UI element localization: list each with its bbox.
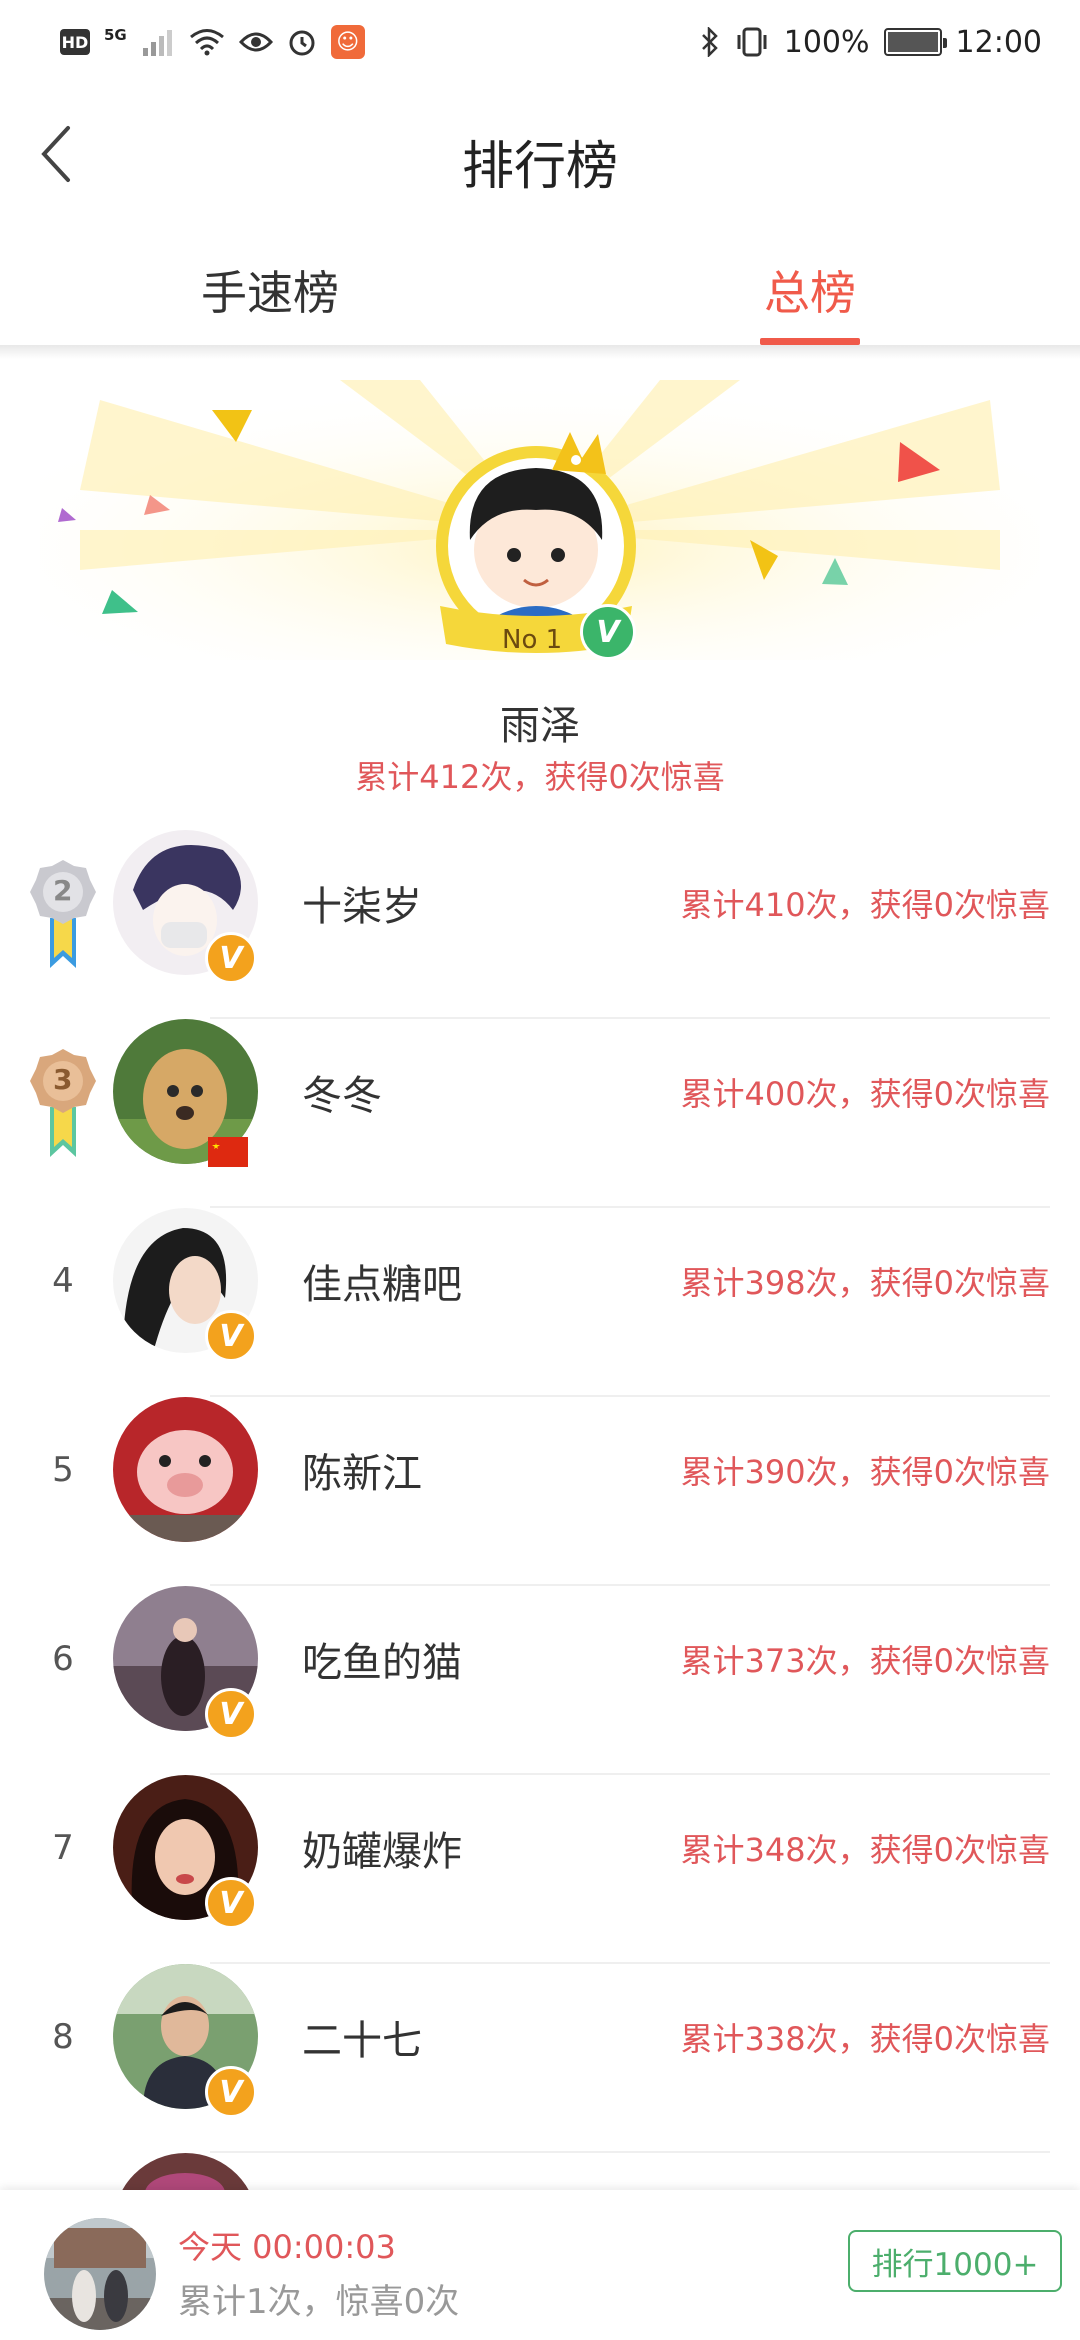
wifi-icon [189, 29, 224, 56]
my-stats: 累计1次，惊喜0次 [178, 2282, 460, 2322]
user-name: 陈新江 [302, 1450, 422, 1497]
top-winner: No 1 V 雨泽 累计412次，获得0次惊喜 [0, 380, 1080, 800]
verified-badge-icon: V [205, 2066, 257, 2118]
user-name: 二十七 [302, 2017, 422, 2064]
tabs-shadow [0, 345, 1080, 359]
active-tab-indicator [760, 338, 860, 345]
user-name: 吃鱼的猫 [302, 1639, 462, 1686]
user-stats: 累计410次，获得0次惊喜 [680, 885, 1050, 924]
verified-badge-icon: V [205, 1877, 257, 1929]
my-rank-button[interactable]: 排行1000+ [848, 2230, 1062, 2292]
tab-speed-ranking[interactable]: 手速榜 [0, 235, 540, 345]
list-item-rank-6[interactable]: 6 V 吃鱼的猫 累计373次，获得0次惊喜 [0, 1586, 1080, 1775]
list-item-rank-8[interactable]: 8 V 二十七 累计338次，获得0次惊喜 [0, 1964, 1080, 2153]
user-stats: 累计348次，获得0次惊喜 [680, 1830, 1050, 1869]
flag-badge-icon [208, 1137, 248, 1167]
verified-badge-icon: V [205, 1310, 257, 1362]
user-stats: 累计373次，获得0次惊喜 [680, 1641, 1050, 1680]
app-notification-icon: ☺ [330, 25, 365, 59]
hd-icon: HD [60, 29, 90, 55]
ranking-list: 2 V 十柒岁 累计410次，获得0次惊喜 3 冬冬 累计400次，获得0次惊喜… [0, 830, 1080, 2340]
user-stats: 累计390次，获得0次惊喜 [680, 1452, 1050, 1491]
nav-header: 排行榜 [0, 100, 1080, 210]
user-stats: 累计338次，获得0次惊喜 [680, 2019, 1050, 2058]
bluetooth-icon [701, 27, 718, 57]
winner-avatar[interactable]: No 1 V [430, 430, 642, 670]
battery-level-fill [887, 32, 938, 52]
list-item-rank-3[interactable]: 3 冬冬 累计400次，获得0次惊喜 [0, 1019, 1080, 1208]
rank-number: 4 [52, 1260, 74, 1301]
list-item-rank-5[interactable]: 5 陈新江 累计390次，获得0次惊喜 [0, 1397, 1080, 1586]
medal-rank-number: 2 [53, 874, 73, 907]
list-item-rank-2[interactable]: 2 V 十柒岁 累计410次，获得0次惊喜 [0, 830, 1080, 1019]
user-name: 十柒岁 [302, 883, 422, 930]
user-name: 佳点糖吧 [302, 1261, 462, 1308]
rank-number: 6 [52, 1638, 74, 1679]
status-right: 100% 12:00 [700, 25, 1042, 60]
rank-number: 7 [52, 1827, 74, 1868]
user-stats: 累计400次，获得0次惊喜 [680, 1074, 1050, 1113]
user-name: 冬冬 [302, 1072, 382, 1119]
signal-icon [142, 30, 172, 56]
verified-badge-icon: V [205, 1688, 257, 1740]
page-title: 排行榜 [461, 137, 618, 197]
eye-icon [238, 32, 273, 52]
user-name: 奶罐爆炸 [302, 1828, 462, 1875]
alarm-icon [289, 30, 315, 56]
tab-label: 手速榜 [201, 266, 339, 320]
battery-icon [883, 28, 947, 56]
avatar [113, 1397, 258, 1542]
tab-bar: 手速榜 总榜 [0, 235, 1080, 345]
vibrate-icon [737, 27, 767, 57]
rank-number: 8 [52, 2016, 74, 2057]
tab-label: 总榜 [764, 266, 856, 320]
rank-number: 5 [52, 1449, 74, 1490]
winner-stats: 累计412次，获得0次惊喜 [355, 758, 725, 796]
tab-total-ranking[interactable]: 总榜 [540, 235, 1080, 345]
list-item-rank-7[interactable]: 7 V 奶罐爆炸 累计348次，获得0次惊喜 [0, 1775, 1080, 1964]
list-item-rank-4[interactable]: 4 V 佳点糖吧 累计398次，获得0次惊喜 [0, 1208, 1080, 1397]
my-avatar [44, 2218, 156, 2330]
my-rank-bar: 今天 00:00:03 累计1次，惊喜0次 排行1000+ [0, 2190, 1080, 2340]
status-bar: HD 5G ☺ 100% 12:00 [0, 0, 1080, 84]
clock: 12:00 [955, 24, 1042, 60]
network-type-label: 5G [104, 26, 127, 44]
verified-badge-icon: V [205, 932, 257, 984]
medal-rank-number: 3 [53, 1063, 73, 1096]
user-stats: 累计398次，获得0次惊喜 [680, 1263, 1050, 1302]
winner-name: 雨泽 [500, 703, 580, 749]
battery-percent: 100% [783, 24, 870, 60]
verified-badge-icon: V [580, 604, 636, 660]
winner-rank-label: No 1 [502, 625, 563, 655]
my-time: 今天 00:00:03 [178, 2228, 396, 2266]
status-left: HD 5G ☺ [60, 25, 365, 59]
